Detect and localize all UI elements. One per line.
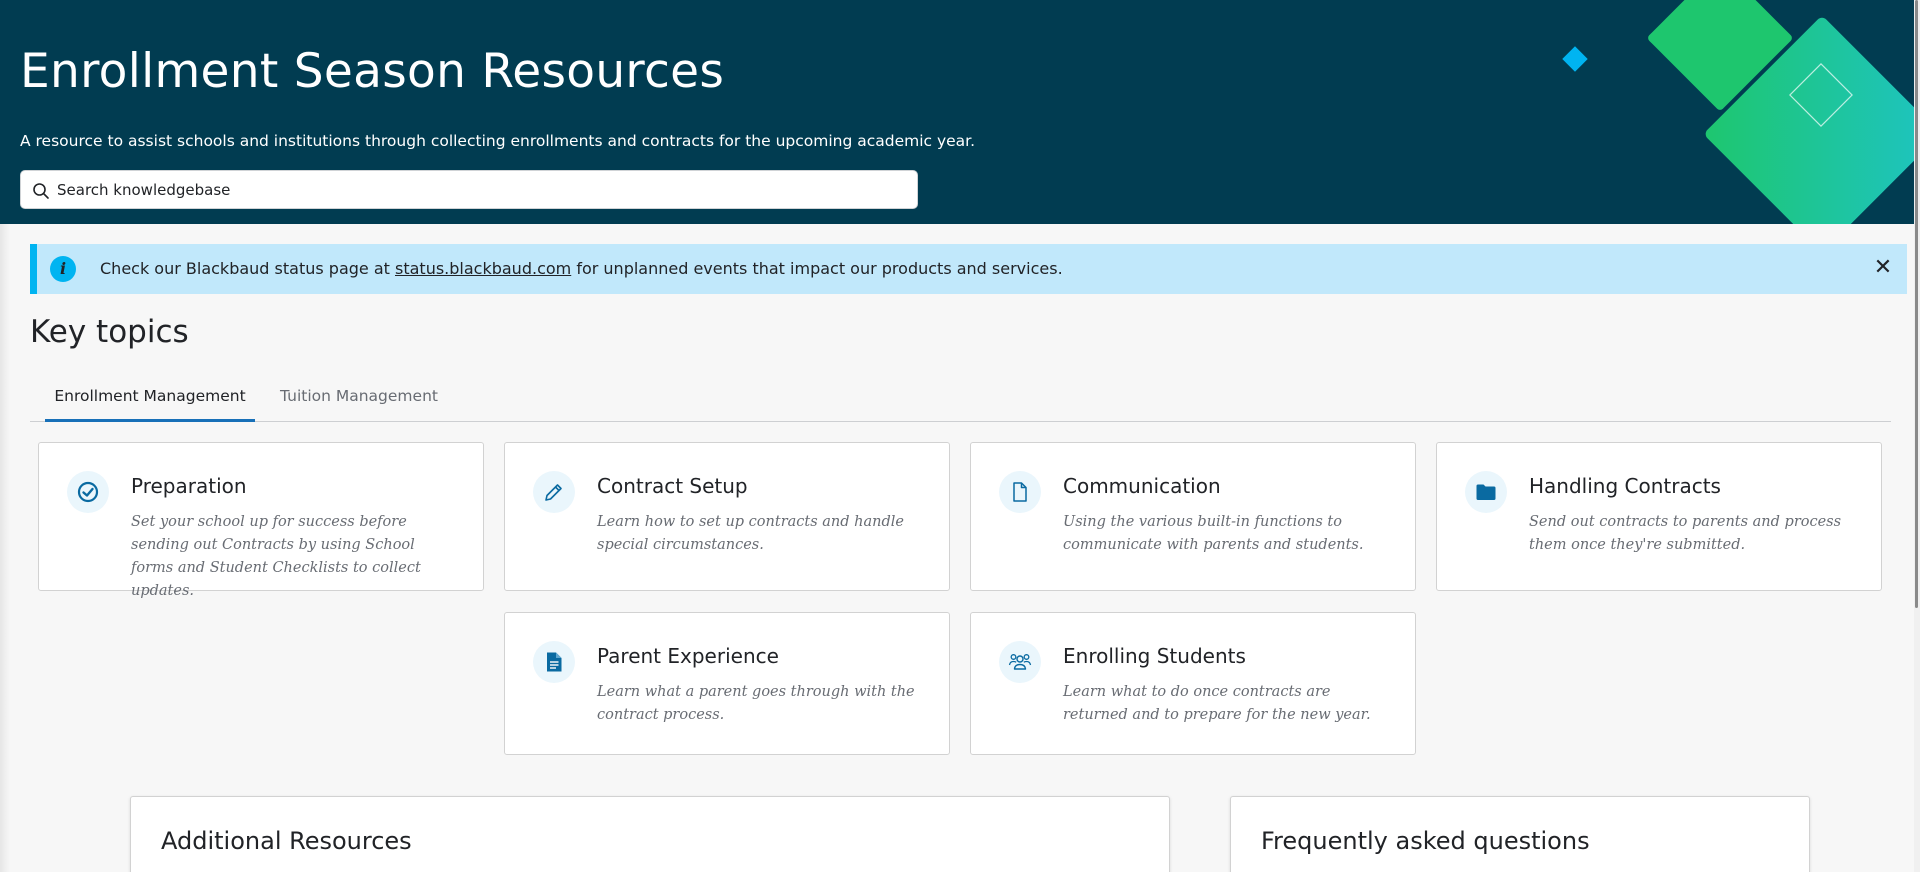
topic-card-enrolling-students[interactable]: Enrolling Students Learn what to do once… xyxy=(970,612,1416,755)
info-icon: i xyxy=(50,256,76,282)
folder-icon xyxy=(1465,471,1507,513)
card-title: Communication xyxy=(1063,474,1221,498)
document-icon xyxy=(999,471,1041,513)
page-title: Enrollment Season Resources xyxy=(20,44,725,99)
card-title: Preparation xyxy=(131,474,247,498)
card-title: Contract Setup xyxy=(597,474,748,498)
key-topics-heading: Key topics xyxy=(30,314,189,350)
scrollbar-thumb[interactable] xyxy=(1915,0,1918,608)
card-description: Learn what a parent goes through with th… xyxy=(597,684,915,723)
card-description: Set your school up for success before se… xyxy=(131,514,421,599)
card-title: Parent Experience xyxy=(597,644,779,668)
alert-text-before: Check our Blackbaud status page at xyxy=(100,259,395,278)
card-description: Send out contracts to parents and proces… xyxy=(1529,514,1842,553)
card-description: Learn what to do once contracts are retu… xyxy=(1063,684,1371,723)
faq-heading: Frequently asked questions xyxy=(1261,827,1590,855)
topic-card-handling-contracts[interactable]: Handling Contracts Send out contracts to… xyxy=(1436,442,1882,591)
card-description: Learn how to set up contracts and handle… xyxy=(597,514,904,553)
tab-tuition-management[interactable]: Tuition Management xyxy=(280,380,438,422)
topic-card-contract-setup[interactable]: Contract Setup Learn how to set up contr… xyxy=(504,442,950,591)
faq-panel: Frequently asked questions xyxy=(1230,796,1810,872)
topic-card-preparation[interactable]: Preparation Set your school up for succe… xyxy=(38,442,484,599)
alert-message: Check our Blackbaud status page at statu… xyxy=(100,259,1063,278)
topic-tabs: Enrollment Management Tuition Management xyxy=(30,380,1891,422)
page-subtitle: A resource to assist schools and institu… xyxy=(20,132,976,150)
search-box[interactable] xyxy=(20,170,918,209)
search-input[interactable] xyxy=(57,171,907,208)
topic-card-communication[interactable]: Communication Using the various built-in… xyxy=(970,442,1416,591)
tab-enrollment-management[interactable]: Enrollment Management xyxy=(45,380,255,422)
people-icon xyxy=(999,641,1041,683)
check-circle-icon xyxy=(67,471,109,513)
file-text-icon xyxy=(533,641,575,683)
additional-resources-heading: Additional Resources xyxy=(161,827,412,855)
alert-text-after: for unplanned events that impact our pro… xyxy=(571,259,1063,278)
card-title: Enrolling Students xyxy=(1063,644,1246,668)
pencil-icon xyxy=(533,471,575,513)
card-description: Using the various built-in functions to … xyxy=(1063,514,1364,553)
close-icon[interactable]: ✕ xyxy=(1871,256,1895,280)
status-alert: i Check our Blackbaud status page at sta… xyxy=(30,244,1907,294)
page-edge-shadow xyxy=(0,224,10,872)
additional-resources-panel: Additional Resources xyxy=(130,796,1170,872)
status-page-link[interactable]: status.blackbaud.com xyxy=(395,259,571,278)
card-title: Handling Contracts xyxy=(1529,474,1721,498)
search-icon xyxy=(33,183,49,199)
page-scrollbar[interactable] xyxy=(1914,0,1920,872)
page-header: Enrollment Season Resources A resource t… xyxy=(0,0,1920,224)
topic-card-parent-experience[interactable]: Parent Experience Learn what a parent go… xyxy=(504,612,950,755)
